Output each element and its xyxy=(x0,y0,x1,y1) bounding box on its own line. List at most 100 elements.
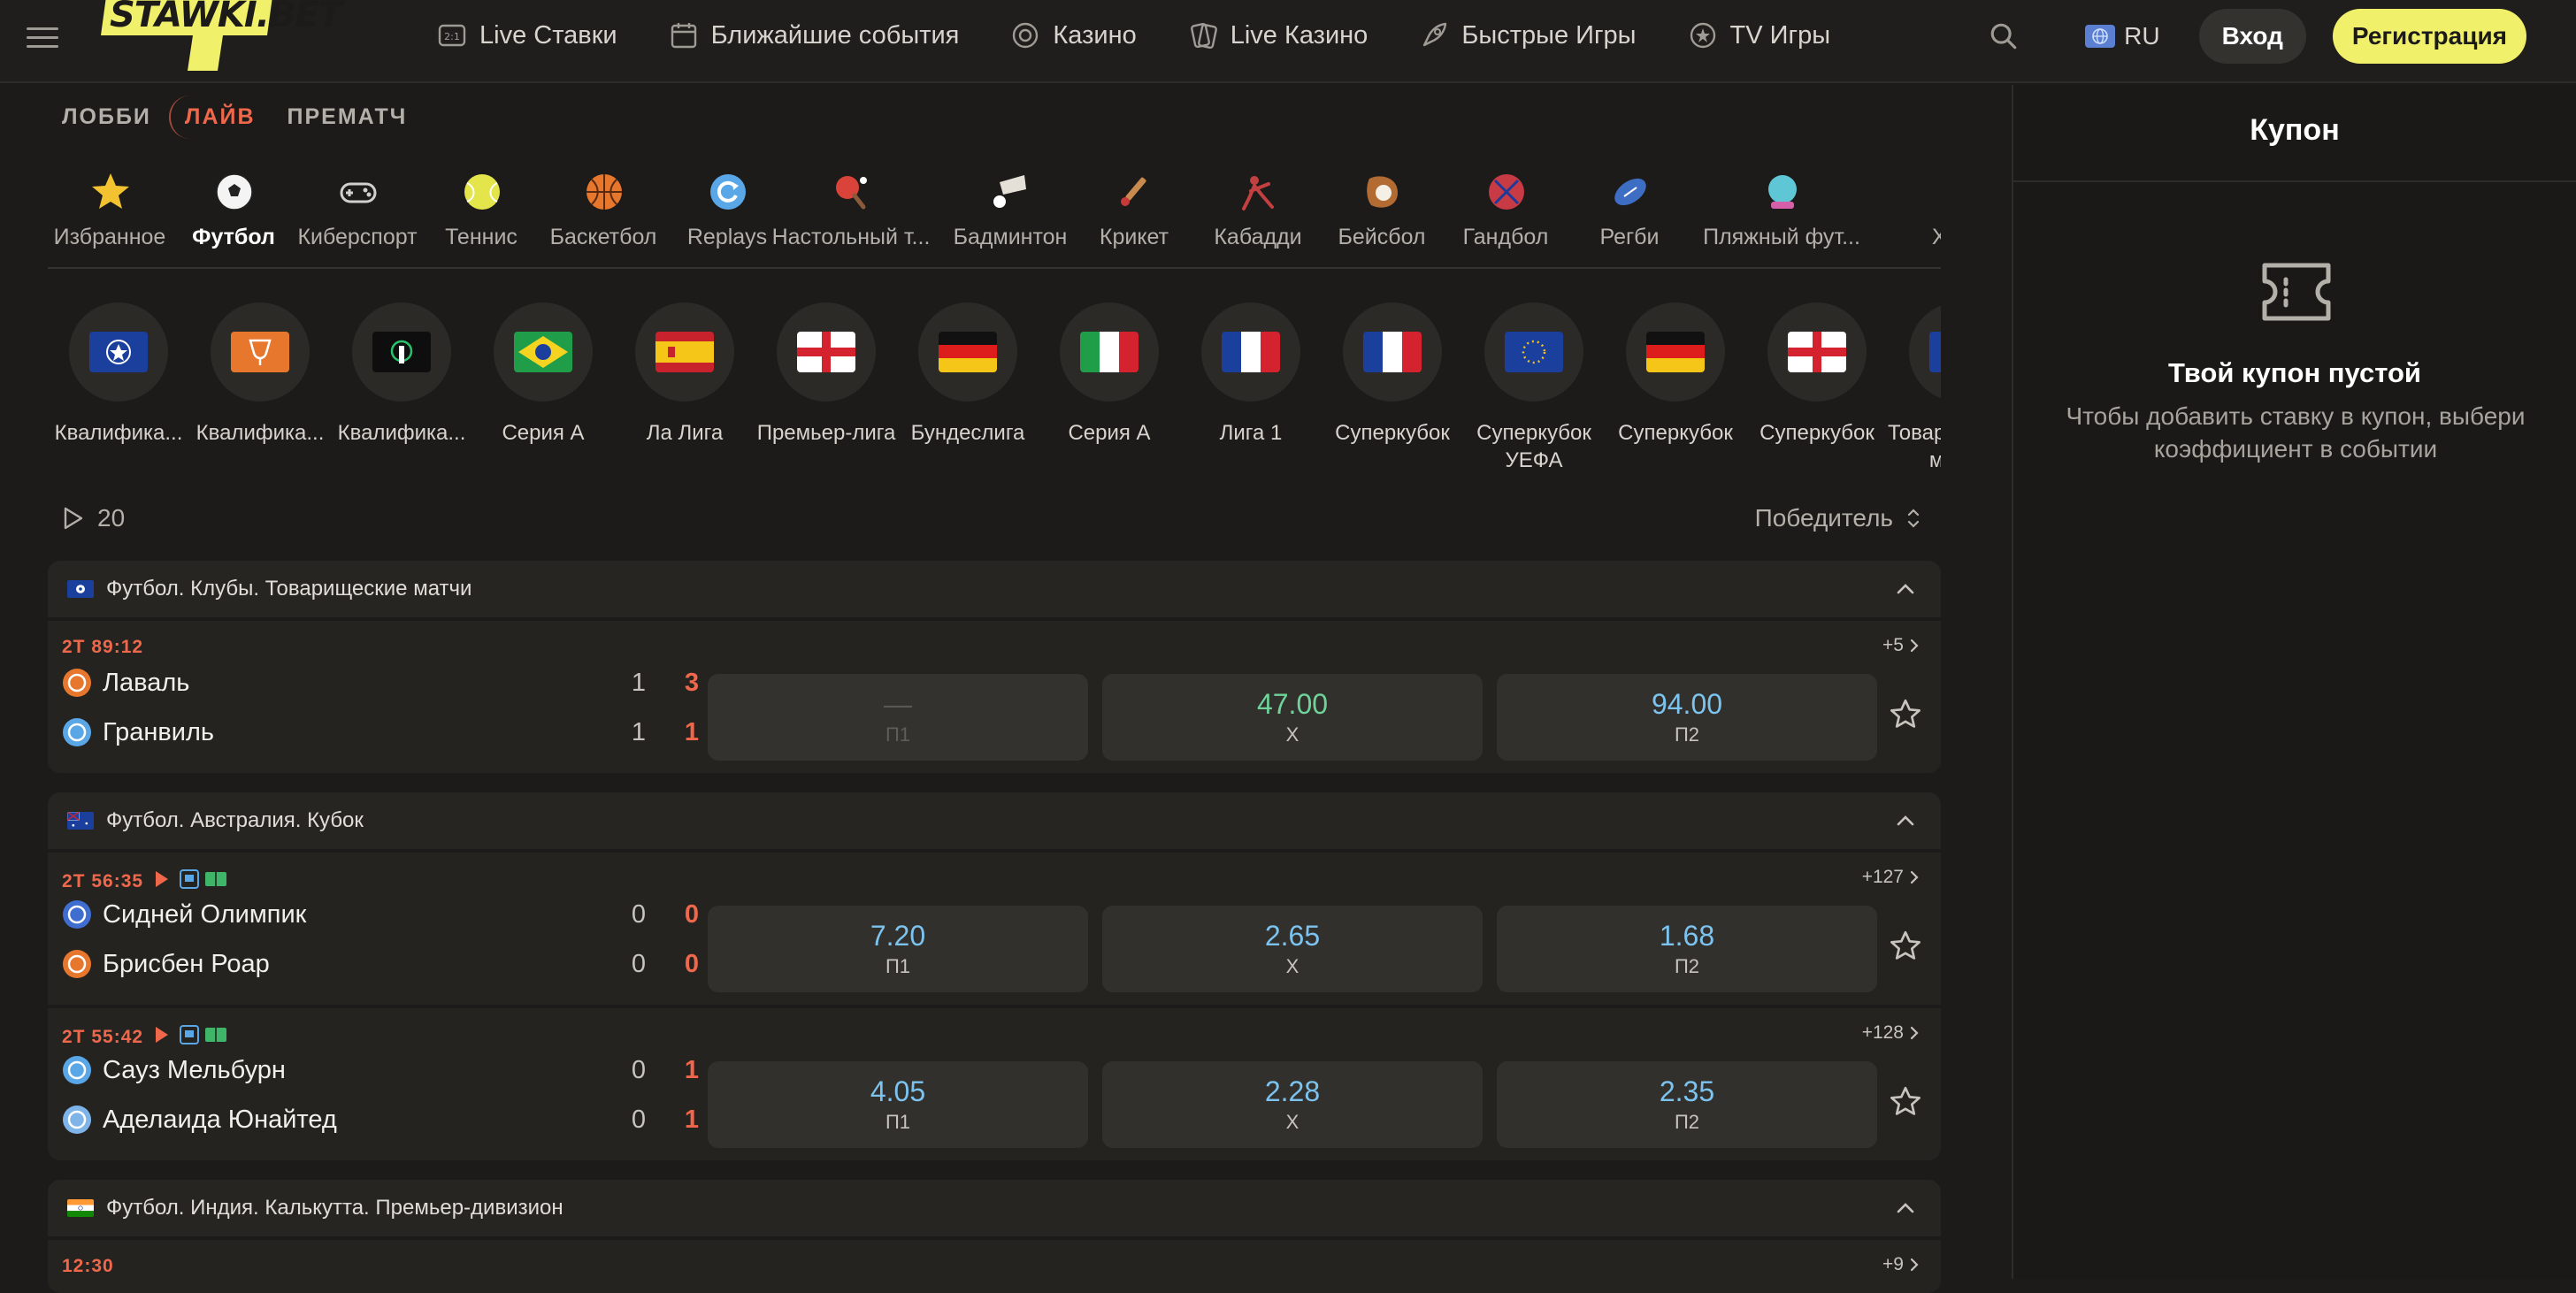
sport-item[interactable]: Гандбол xyxy=(1444,164,1568,267)
league-item[interactable]: Товарищеские матчи xyxy=(1888,302,1941,479)
odd-button-П2[interactable]: 2.35 П2 xyxy=(1497,1061,1877,1148)
league-item[interactable]: Ла Лига xyxy=(614,302,755,479)
total-score: 1 xyxy=(684,717,699,746)
league-item[interactable]: Серия А xyxy=(1039,302,1180,479)
odd-button-Х[interactable]: 2.65 Х xyxy=(1102,906,1483,992)
sport-item[interactable]: Настольный т... xyxy=(772,164,930,267)
stream-icons[interactable] xyxy=(154,1024,230,1051)
sort-selector[interactable]: Победитель xyxy=(1755,504,1921,532)
chevron-right-icon xyxy=(1909,868,1921,886)
register-button[interactable]: Регистрация xyxy=(2332,9,2526,64)
team-away[interactable]: Гранвиль 1 1 xyxy=(62,715,734,750)
sport-item[interactable]: Теннис xyxy=(419,164,543,267)
nav-item-4[interactable]: Live Казино xyxy=(1188,20,1368,50)
sport-item[interactable]: Бадминтон xyxy=(948,164,1072,267)
league-item[interactable]: Суперкубок УЕФА xyxy=(1463,302,1605,479)
league-item[interactable]: Премьер-лига xyxy=(755,302,897,479)
event-row[interactable]: 2Т 89:12 +5 Лаваль 1 3 Гранвиль 1 1 — П1 47.00 Х 94.… xyxy=(48,621,1941,773)
sport-item[interactable]: Киберспорт xyxy=(295,164,419,267)
odd-button-П2[interactable]: 94.00 П2 xyxy=(1497,674,1877,761)
odd-value: 2.35 xyxy=(1659,1075,1715,1107)
mode-tab-1[interactable]: ЛОББИ xyxy=(48,96,165,139)
league-item[interactable]: Суперкубок xyxy=(1605,302,1746,479)
nav-item-6[interactable]: TV Игры xyxy=(1688,20,1830,50)
mode-tabs: ЛОББИ ЛАЙВ ПРЕМАТЧ xyxy=(48,96,425,139)
team-away[interactable]: Аделаида Юнайтед 0 1 xyxy=(62,1102,734,1137)
sport-item[interactable]: Бейсбол xyxy=(1320,164,1444,267)
league-group-header[interactable]: Футбол. Индия. Калькутта. Премьер-дивизи… xyxy=(48,1180,1941,1236)
nav-item-3[interactable]: Казино xyxy=(1010,20,1137,50)
odd-button-Х[interactable]: 47.00 Х xyxy=(1102,674,1483,761)
more-markets-link[interactable]: +5 xyxy=(1882,635,1921,656)
match-time-value: 2Т 56:35 xyxy=(62,871,144,891)
chevron-up-icon[interactable] xyxy=(1893,1196,1918,1220)
sport-item[interactable]: Крикет xyxy=(1072,164,1196,267)
chevron-up-icon[interactable] xyxy=(1893,577,1918,601)
league-item[interactable]: Лига 1 xyxy=(1180,302,1322,479)
nav-item-1[interactable]: 2:1 Live Ставки xyxy=(437,20,617,50)
event-row[interactable]: 12:30 +9 xyxy=(48,1240,1941,1293)
league-item[interactable]: Суперкубок xyxy=(1322,302,1463,479)
league-badge xyxy=(1626,302,1725,402)
coupon-empty-hint: Чтобы добавить ставку в купон, выбери ко… xyxy=(2066,402,2526,463)
league-item[interactable]: Серия А xyxy=(472,302,614,479)
league-item[interactable]: Квалифика... xyxy=(331,302,472,479)
team-home[interactable]: Лаваль 1 3 xyxy=(62,665,734,700)
logo[interactable]: STAWKI.BET xyxy=(99,0,342,73)
league-item[interactable]: Суперкубок xyxy=(1746,302,1888,479)
flag-en-icon xyxy=(1788,332,1846,372)
favorite-star-icon[interactable] xyxy=(1888,929,1923,964)
login-button[interactable]: Вход xyxy=(2198,9,2306,64)
sport-item[interactable]: Кабадди xyxy=(1196,164,1320,267)
event-row[interactable]: 2Т 56:35 +127 Сидней Олимпик 0 0 Брисбен Роар… xyxy=(48,853,1941,1005)
sport-item[interactable]: Replays xyxy=(665,164,789,267)
event-row[interactable]: 2Т 55:42 +128 Сауз Мельбурн 0 1 Аделаида Юнай… xyxy=(48,1008,1941,1160)
league-item[interactable]: Бундеслига xyxy=(897,302,1039,479)
sport-item[interactable]: Баскетбол xyxy=(541,164,665,267)
league-label: Ла Лига xyxy=(646,421,724,445)
sport-item[interactable]: Пляжный фут... xyxy=(1703,164,1860,267)
odd-button-Х[interactable]: 2.28 Х xyxy=(1102,1061,1483,1148)
language-selector[interactable]: RU xyxy=(2085,22,2160,50)
match-time: 2Т 56:35 xyxy=(62,868,230,895)
league-badge xyxy=(69,302,168,402)
coupon-empty-title: Твой купон пустой xyxy=(2168,357,2421,388)
odd-button-П1[interactable]: 7.20 П1 xyxy=(708,906,1088,992)
odd-button-П1[interactable]: 4.05 П1 xyxy=(708,1061,1088,1148)
sport-item[interactable]: Футбол xyxy=(172,164,295,267)
league-item[interactable]: Квалифика... xyxy=(48,302,189,479)
stream-icons[interactable] xyxy=(154,868,230,895)
league-group-header[interactable]: Футбол. Клубы. Товарищеские матчи xyxy=(48,561,1941,617)
team-away[interactable]: Брисбен Роар 0 0 xyxy=(62,946,734,982)
nav-item-2[interactable]: Ближайшие события xyxy=(669,20,959,50)
nav-item-5[interactable]: Быстрые Игры xyxy=(1419,20,1637,50)
more-markets-link[interactable]: +127 xyxy=(1862,867,1921,888)
team-logo-icon xyxy=(62,899,92,930)
favorite-star-icon[interactable] xyxy=(1888,1084,1923,1120)
favorite-star-icon[interactable] xyxy=(1888,697,1923,732)
team-home[interactable]: Сидней Олимпик 0 0 xyxy=(62,897,734,932)
sport-item[interactable]: Избранное xyxy=(48,164,172,267)
sport-item[interactable]: Хоккей xyxy=(1905,164,1941,267)
match-time-value: 2Т 89:12 xyxy=(62,637,144,657)
flag-au-icon xyxy=(67,812,94,830)
rocket-icon xyxy=(1419,20,1449,50)
team-logo-icon xyxy=(62,1105,92,1135)
league-badge xyxy=(1484,302,1583,402)
more-markets-count: +9 xyxy=(1882,1254,1904,1274)
flag-de-icon xyxy=(1646,332,1705,372)
sport-item[interactable]: Регби xyxy=(1568,164,1691,267)
search-button[interactable] xyxy=(1986,19,2021,54)
odd-button-П2[interactable]: 1.68 П2 xyxy=(1497,906,1877,992)
team-home[interactable]: Сауз Мельбурн 0 1 xyxy=(62,1052,734,1088)
flag-friendly-icon xyxy=(1929,332,1941,372)
league-item[interactable]: Квалифика... xyxy=(189,302,331,479)
mode-tab-2[interactable]: ЛАЙВ xyxy=(168,96,270,139)
menu-icon[interactable] xyxy=(27,21,58,53)
chevron-up-icon[interactable] xyxy=(1893,808,1918,833)
league-group-header[interactable]: Футбол. Австралия. Кубок xyxy=(48,792,1941,849)
more-markets-link[interactable]: +9 xyxy=(1882,1254,1921,1275)
more-markets-link[interactable]: +128 xyxy=(1862,1022,1921,1044)
mode-tab-3[interactable]: ПРЕМАТЧ xyxy=(273,96,422,139)
live-count[interactable]: 20 xyxy=(62,504,125,532)
